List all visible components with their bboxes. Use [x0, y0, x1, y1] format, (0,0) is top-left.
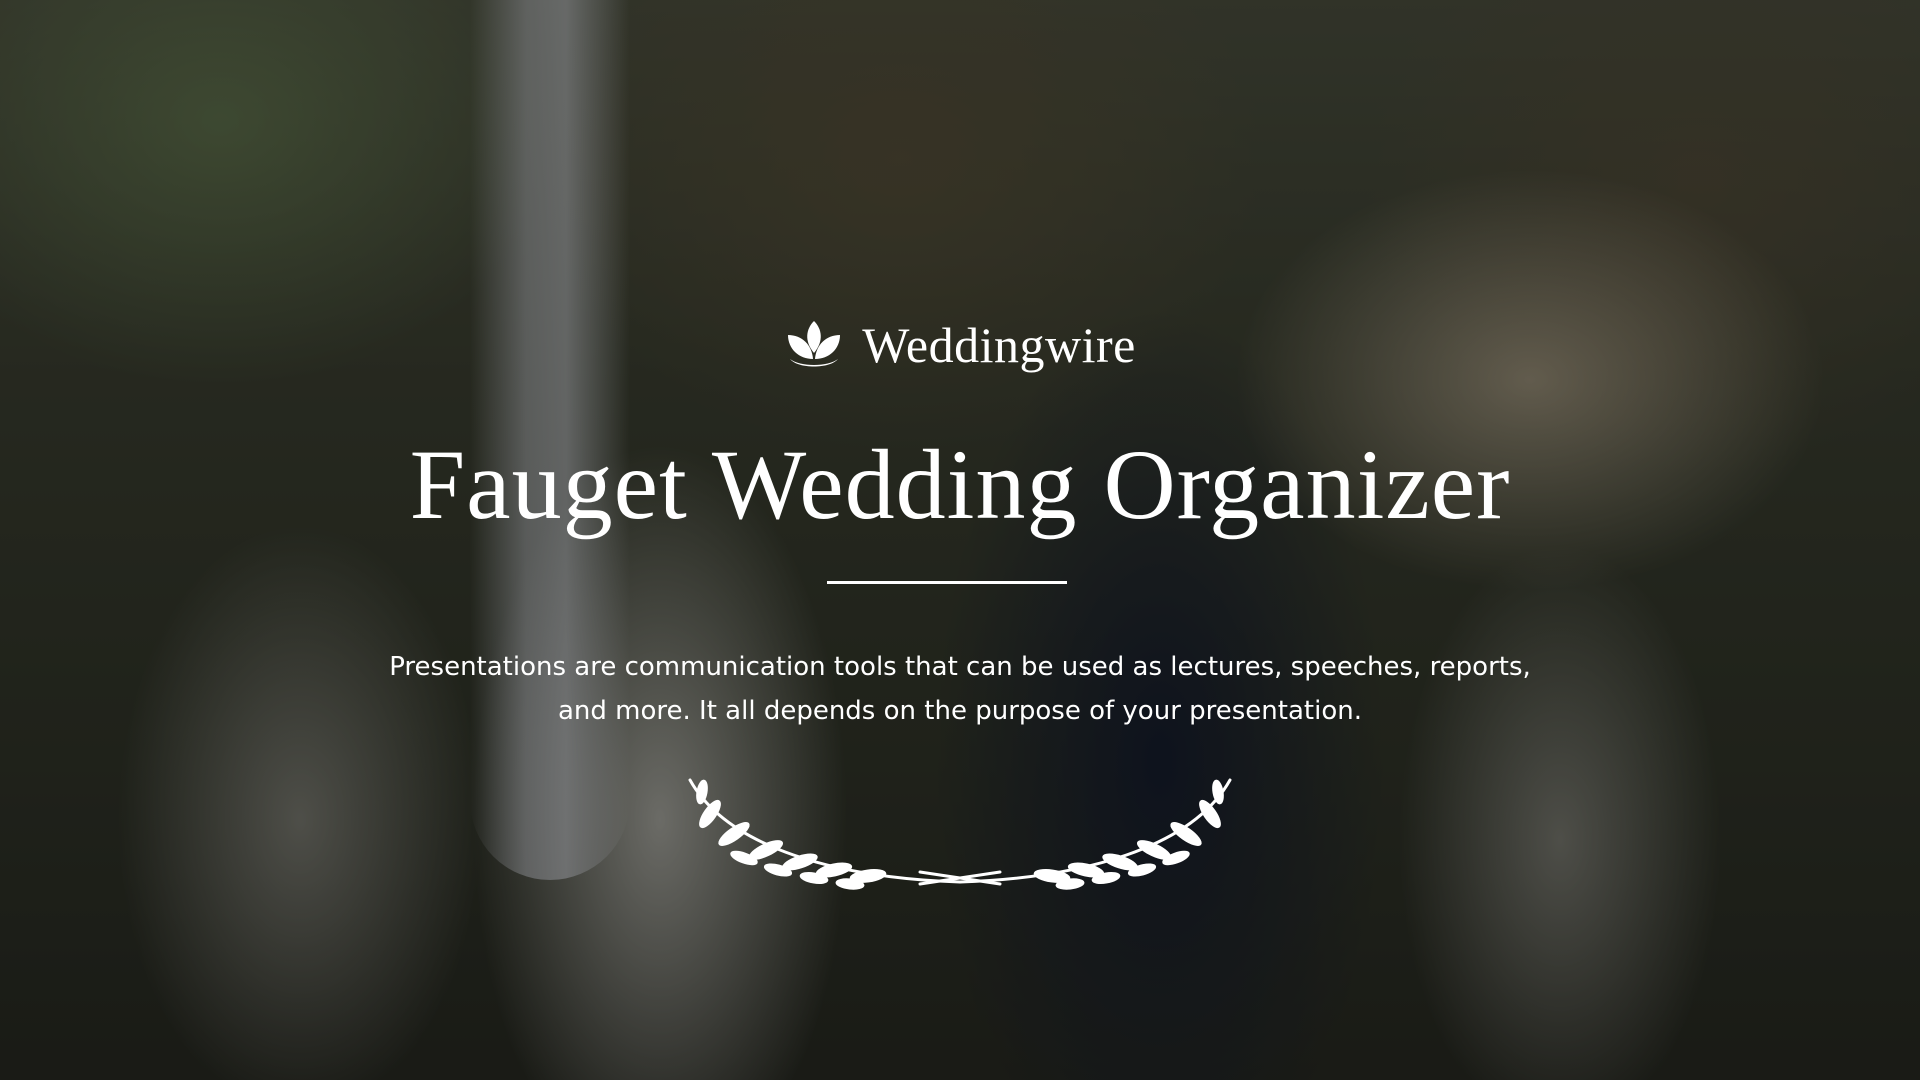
laurel-icon — [688, 778, 1232, 890]
brand-name: Weddingwire — [862, 317, 1136, 373]
description-line-2: and more. It all depends on the purpose … — [558, 696, 1362, 726]
presentation-slide: Weddingwire Fauget Wedding Organizer Pre… — [0, 0, 1920, 1080]
title-divider — [827, 581, 1067, 584]
slide-description: Presentations are communication tools th… — [310, 645, 1610, 733]
brand: Weddingwire — [0, 312, 1920, 378]
slide-content: Weddingwire Fauget Wedding Organizer Pre… — [0, 0, 1920, 1080]
slide-title: Fauget Wedding Organizer — [409, 429, 1511, 540]
description-line-1: Presentations are communication tools th… — [389, 652, 1531, 682]
lotus-icon — [788, 321, 841, 367]
